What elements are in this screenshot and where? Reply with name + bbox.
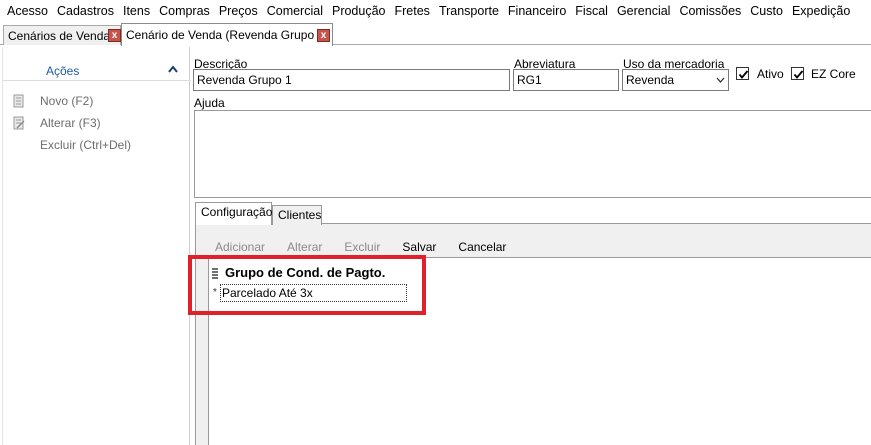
grid-cell-new-value[interactable]: Parcelado Até 3x [220,284,407,302]
close-icon[interactable]: x [108,29,121,42]
excluir-button[interactable]: Excluir [338,240,386,254]
uso-mercadoria-value: Revenda [626,73,675,87]
menu-comercial[interactable]: Comercial [263,0,327,23]
ez-core-label: EZ Core [811,67,856,81]
ativo-checkbox[interactable] [736,67,749,80]
cancelar-button[interactable]: Cancelar [452,240,512,254]
grid-toolbar: Adicionar Alterar Excluir Salvar Cancela… [209,236,871,257]
tab-label: Cenários de Venda [8,28,111,43]
actions-title: Ações [46,64,80,78]
actions-panel: Ações Novo (F2) Alterar (F3) Excluir (Ct… [2,47,191,445]
menu-transporte[interactable]: Transporte [435,0,503,23]
tab-label: Cenário de Venda (Revenda Grupo 1) [126,28,329,42]
chevron-up-icon[interactable] [167,64,179,74]
menu-fiscal[interactable]: Fiscal [571,0,612,23]
tab-configuracao[interactable]: Configuração [195,202,272,225]
menu-precos[interactable]: Preços [215,0,262,23]
action-excluir-label: Excluir (Ctrl+Del) [40,138,132,152]
uso-mercadoria-select[interactable]: Revenda [622,69,729,91]
tab-cenario-revenda-grupo-1[interactable]: Cenário de Venda (Revenda Grupo 1) x [121,23,333,46]
tab-cenarios-de-venda[interactable]: Cenários de Venda x [3,25,121,45]
action-novo[interactable]: Novo (F2) [12,93,93,109]
action-alterar[interactable]: Alterar (F3) [12,115,101,131]
ez-core-checkbox[interactable] [791,67,804,80]
menu-cadastros[interactable]: Cadastros [53,0,118,23]
adicionar-button[interactable]: Adicionar [209,240,271,254]
menu-bar: Acesso Cadastros Itens Compras Preços Co… [0,0,871,23]
column-header-grupo-cond-pagto[interactable]: Grupo de Cond. de Pagto. [225,265,385,280]
grid-header: Grupo de Cond. de Pagto. [210,261,410,284]
menu-expedicao[interactable]: Expedição [788,0,854,23]
alterar-button[interactable]: Alterar [281,240,328,254]
menu-comissoes[interactable]: Comissões [675,0,745,23]
ajuda-label: Ajuda [194,96,225,110]
column-chooser-icon[interactable] [210,266,220,280]
action-novo-label: Novo (F2) [40,94,94,108]
ajuda-textarea[interactable] [194,110,871,198]
ativo-label: Ativo [757,67,784,81]
actions-panel-header: Ações [3,47,191,81]
menu-fretes[interactable]: Fretes [391,0,434,23]
new-document-icon [13,94,24,108]
new-row-indicator: * [213,287,217,298]
tab-clientes[interactable]: Clientes [272,205,322,225]
document-tab-strip: Cenários de Venda x Cenário de Venda (Re… [0,23,871,46]
abreviatura-field[interactable]: RG1 [513,69,619,91]
action-excluir[interactable]: Excluir (Ctrl+Del) [12,137,131,153]
menu-custo[interactable]: Custo [746,0,787,23]
menu-producao[interactable]: Produção [328,0,390,23]
grid-new-row[interactable]: * Parcelado Até 3x [210,284,408,302]
chevron-down-icon [716,77,725,83]
edit-document-icon [13,116,25,130]
close-icon[interactable]: x [317,29,330,42]
descricao-field[interactable]: Revenda Grupo 1 [193,69,510,91]
menu-compras[interactable]: Compras [155,0,214,23]
menu-acesso[interactable]: Acesso [3,0,52,23]
checkmark-icon [738,70,749,79]
menu-itens[interactable]: Itens [119,0,154,23]
action-alterar-label: Alterar (F3) [40,116,101,130]
checkmark-icon [793,70,804,79]
salvar-button[interactable]: Salvar [396,240,442,254]
menu-gerencial[interactable]: Gerencial [613,0,675,23]
menu-financeiro[interactable]: Financeiro [504,0,570,23]
